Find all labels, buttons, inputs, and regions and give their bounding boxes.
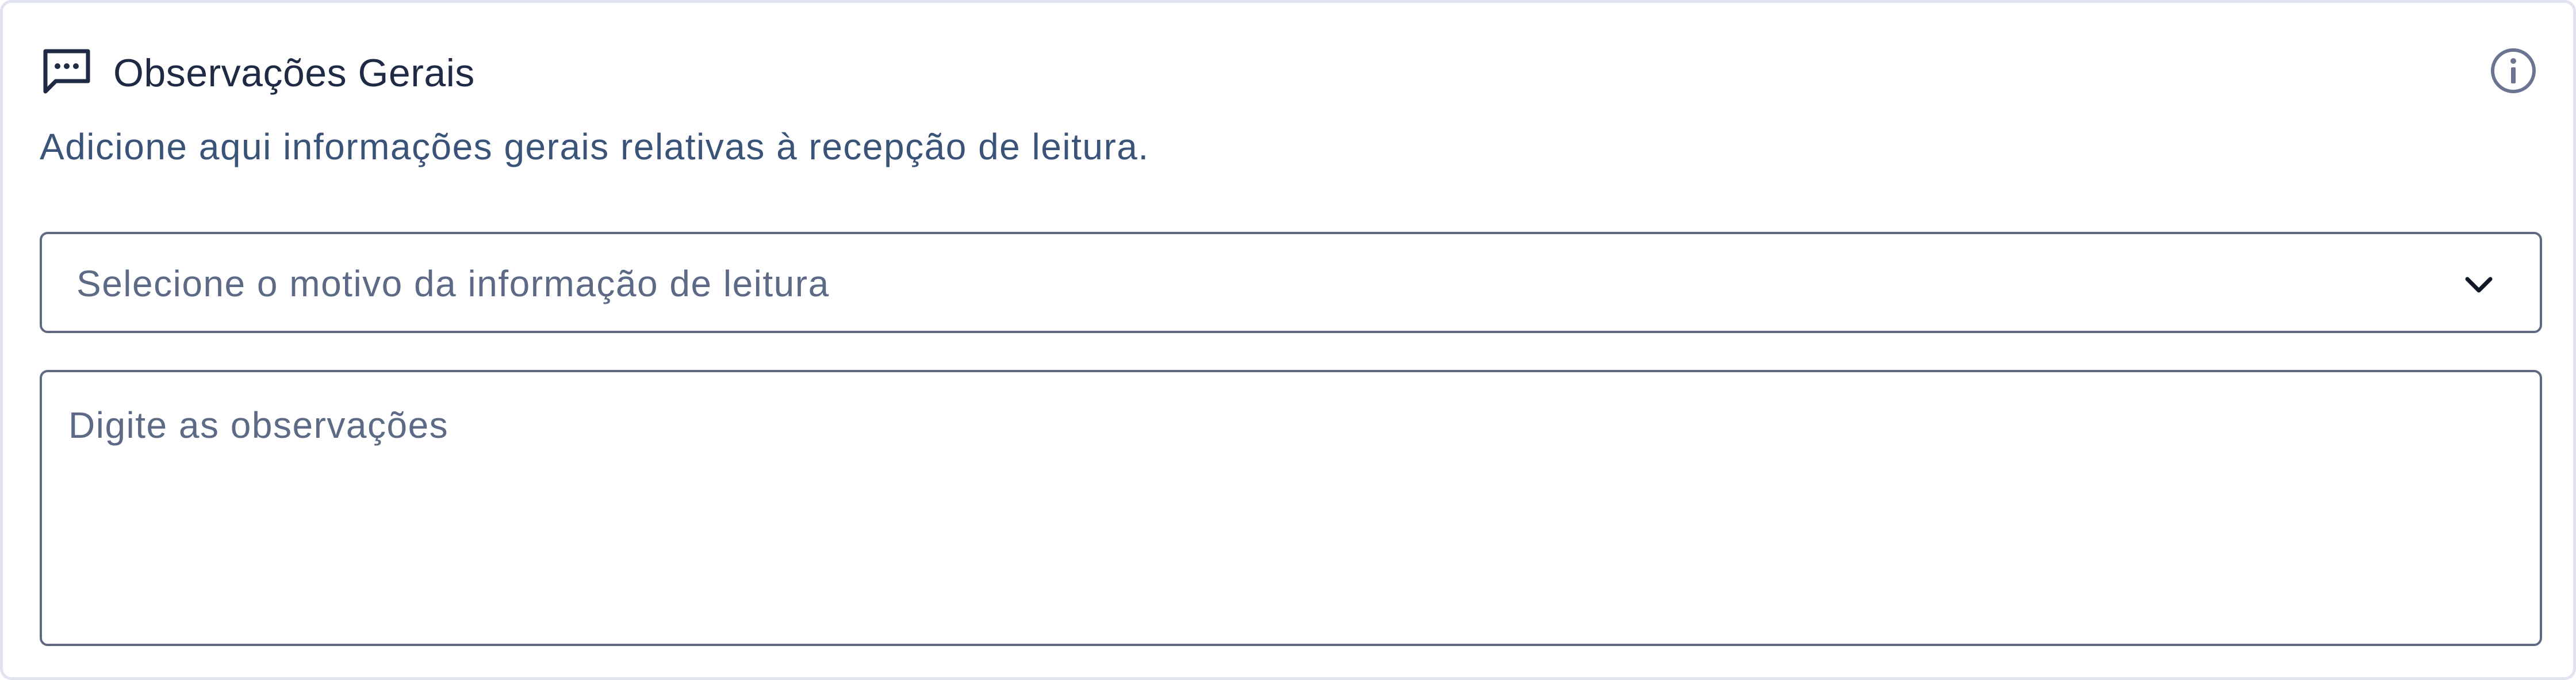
- observations-placeholder: Digite as observações: [68, 404, 449, 446]
- message-dots-icon: [43, 49, 90, 94]
- reason-select[interactable]: Selecione o motivo da informação de leit…: [40, 232, 2542, 333]
- section-description: Adicione aqui informações gerais relativ…: [40, 126, 1149, 167]
- info-icon[interactable]: [2489, 47, 2537, 95]
- observations-card: Observações Gerais Adicione aqui informa…: [0, 0, 2576, 680]
- observations-textarea[interactable]: Digite as observações: [40, 370, 2542, 646]
- reason-select-placeholder: Selecione o motivo da informação de leit…: [76, 263, 830, 304]
- chevron-down-icon: [2465, 277, 2493, 293]
- section-title: Observações Gerais: [113, 51, 475, 95]
